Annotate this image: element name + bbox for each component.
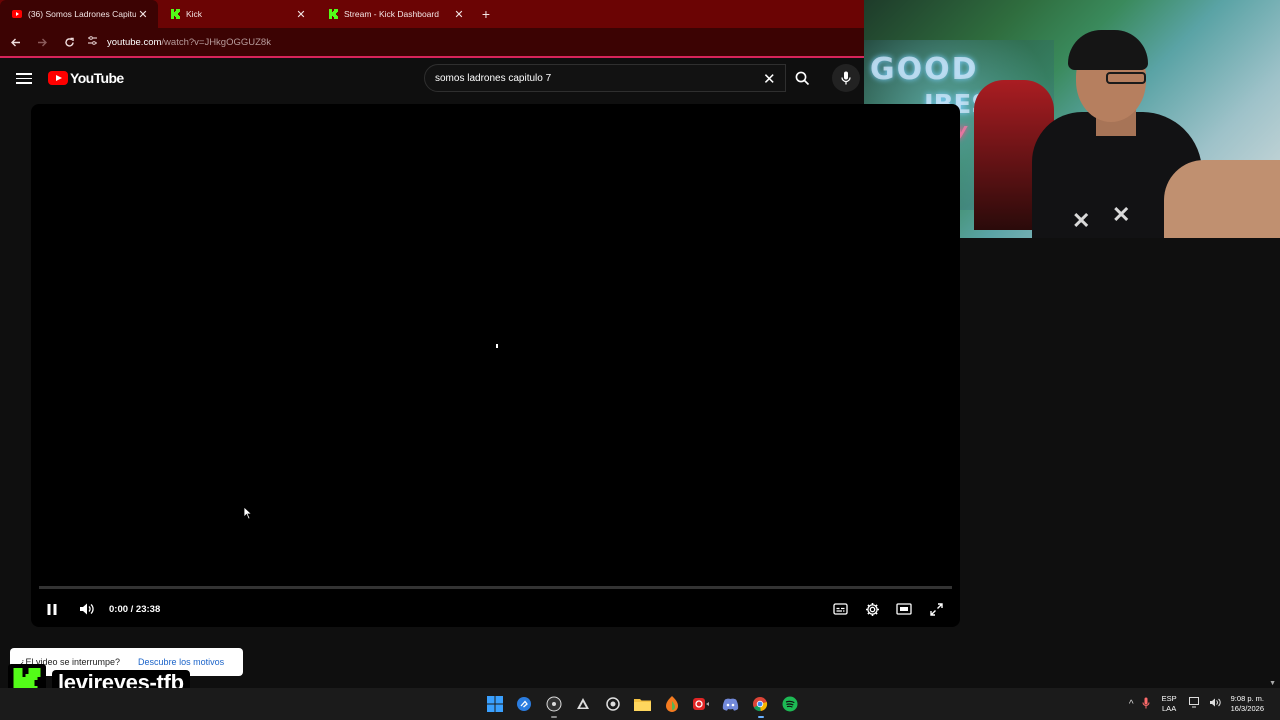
clock-time: 9:08 p. m. (1230, 694, 1264, 703)
unity-icon[interactable] (569, 688, 599, 720)
windows-start-icon[interactable] (480, 688, 510, 720)
shirt-logo: ✕ (1072, 208, 1091, 233)
search-button[interactable] (786, 64, 818, 92)
network-icon[interactable] (1188, 697, 1201, 711)
chevron-up-icon[interactable]: ^ (1129, 699, 1134, 710)
shirt-logo: ✕ (1112, 202, 1131, 227)
search-icon (795, 71, 809, 85)
subtitles-button[interactable] (824, 594, 856, 624)
kick-icon (170, 9, 180, 19)
theater-mode-button[interactable] (888, 594, 920, 624)
fl-studio-icon[interactable] (657, 688, 687, 720)
progress-bar[interactable] (39, 586, 952, 589)
volume-button[interactable] (71, 594, 103, 624)
clock[interactable]: 9:08 p. m. 16/3/2026 (1231, 694, 1264, 714)
streamer-cap (1068, 30, 1148, 70)
tab-kick[interactable]: Kick ✕ (158, 0, 316, 28)
microphone-icon (841, 71, 851, 85)
edge-icon[interactable] (510, 688, 540, 720)
scroll-down-arrow-icon[interactable]: ▼ (1269, 680, 1276, 687)
time-display: 0:00 / 23:38 (109, 603, 161, 615)
volume-icon[interactable] (1209, 697, 1221, 711)
language-indicator[interactable]: ESP LAA (1162, 694, 1177, 714)
discord-icon[interactable] (716, 688, 746, 720)
close-tab-icon[interactable]: ✕ (136, 8, 150, 21)
tab-title: Kick (186, 9, 203, 19)
youtube-masthead: YouTube somos ladrones capitulo 7 ✕ (0, 60, 864, 100)
close-tab-icon[interactable]: ✕ (452, 8, 466, 21)
language-line1: ESP (1161, 694, 1177, 703)
youtube-logo-text: YouTube (70, 70, 124, 86)
reload-icon[interactable] (57, 30, 81, 54)
theater-mode-icon (896, 603, 912, 615)
loading-indicator (496, 344, 498, 348)
player-controls: 0:00 / 23:38 (31, 594, 960, 624)
tab-title: (36) Somos Ladrones Capitulo (28, 9, 136, 19)
search-value: somos ladrones capitulo 7 (435, 72, 552, 84)
system-tray: ^ ESP LAA 9:08 p. m. 16/3/2026 (1125, 688, 1280, 720)
app-icon[interactable] (687, 688, 717, 720)
url-field[interactable]: youtube.com/watch?v=JHkgOGGUZ8k (87, 36, 271, 48)
fullscreen-exit-button[interactable] (920, 594, 952, 624)
language-line2: LAA (1162, 704, 1177, 713)
search-input[interactable]: somos ladrones capitulo 7 ✕ (424, 64, 786, 92)
browser-tab-bar: (36) Somos Ladrones Capitulo ✕ Kick ✕ St… (0, 0, 864, 28)
youtube-logo[interactable]: YouTube (48, 70, 124, 86)
video-player[interactable]: 0:00 / 23:38 (31, 104, 960, 627)
spotify-icon[interactable] (775, 688, 805, 720)
streamer-glasses (1106, 72, 1146, 84)
pause-button[interactable] (36, 594, 68, 624)
forward-arrow-icon[interactable] (30, 30, 54, 54)
tab-title: Stream - Kick Dashboard (344, 9, 439, 19)
browser-address-bar: youtube.com/watch?v=JHkgOGGUZ8k (0, 28, 864, 58)
tab-kick-dashboard[interactable]: Stream - Kick Dashboard ✕ (316, 0, 474, 28)
file-explorer-icon[interactable] (628, 688, 658, 720)
kick-icon (328, 9, 338, 19)
youtube-icon (12, 9, 22, 19)
streamer-arm (1164, 160, 1280, 238)
chrome-icon[interactable] (746, 688, 776, 720)
settings-button[interactable] (856, 594, 888, 624)
capcut-icon[interactable] (598, 688, 628, 720)
youtube-play-icon (48, 71, 68, 85)
windows-taskbar: ^ ESP LAA 9:08 p. m. 16/3/2026 (0, 688, 1280, 720)
voice-search-button[interactable] (832, 64, 860, 92)
menu-icon[interactable] (16, 70, 32, 86)
tab-youtube[interactable]: (36) Somos Ladrones Capitulo ✕ (0, 0, 158, 28)
back-arrow-icon[interactable] (3, 30, 27, 54)
subtitles-icon (832, 603, 848, 615)
new-tab-button[interactable]: + (474, 0, 498, 28)
mouse-cursor-icon (243, 506, 253, 525)
url-host: youtube.com (107, 36, 162, 48)
site-info-icon[interactable] (87, 36, 103, 48)
microphone-icon[interactable] (1142, 697, 1150, 712)
fullscreen-exit-icon (929, 602, 943, 616)
pause-icon (47, 603, 57, 615)
taskbar-apps (480, 688, 805, 720)
neon-sign-line1: GOOD (870, 52, 979, 87)
obs-icon[interactable] (539, 688, 569, 720)
screen: (36) Somos Ladrones Capitulo ✕ Kick ✕ St… (0, 0, 1280, 720)
volume-icon (80, 603, 94, 615)
gear-icon (865, 602, 879, 616)
clock-date: 16/3/2026 (1230, 704, 1264, 713)
url-path: /watch?v=JHkgOGGUZ8k (161, 36, 271, 48)
clear-search-icon[interactable]: ✕ (763, 70, 776, 88)
close-tab-icon[interactable]: ✕ (294, 8, 308, 21)
